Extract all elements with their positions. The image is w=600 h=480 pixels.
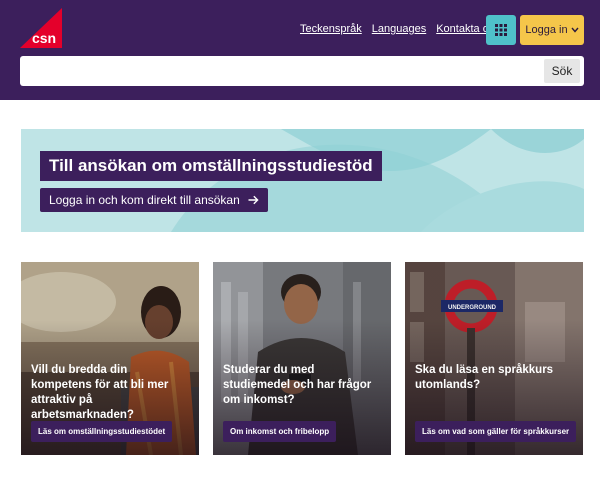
search-button[interactable]: Sök bbox=[544, 59, 580, 83]
arrow-right-icon bbox=[248, 195, 259, 205]
site-header: csn Teckenspråk Languages Kontakta oss L… bbox=[0, 0, 600, 100]
hero-cta-label: Logga in och kom direkt till ansökan bbox=[49, 193, 240, 207]
card-button-omstallning[interactable]: Läs om omställningsstudiestödet bbox=[31, 421, 173, 442]
login-label: Logga in bbox=[525, 24, 568, 36]
csn-logo[interactable]: csn bbox=[20, 8, 62, 48]
logo-text: csn bbox=[32, 30, 56, 46]
nav-link-languages[interactable]: Languages bbox=[372, 23, 426, 35]
chevron-down-icon bbox=[571, 27, 579, 33]
csn-logo-mark: csn bbox=[20, 8, 62, 48]
apps-menu-button[interactable] bbox=[486, 15, 516, 45]
nav-link-teckensprak[interactable]: Teckenspråk bbox=[300, 23, 362, 35]
card-heading: Studerar du med studiemedel och har fråg… bbox=[223, 364, 372, 406]
hero-title: Till ansökan om omställningsstudiestöd bbox=[40, 151, 382, 181]
hero-banner: Till ansökan om omställningsstudiestöd L… bbox=[21, 129, 584, 232]
grid-icon bbox=[495, 24, 507, 36]
hero-login-link[interactable]: Logga in och kom direkt till ansökan bbox=[40, 188, 268, 212]
search-bar: Sök bbox=[20, 56, 584, 86]
card-heading: Vill du bredda din kompetens för att bli… bbox=[31, 364, 169, 421]
login-button[interactable]: Logga in bbox=[520, 15, 584, 45]
card-button-sprakkurs[interactable]: Läs om vad som gäller för språkkurser bbox=[415, 421, 577, 442]
card-heading: Ska du läsa en språkkurs utomlands? bbox=[415, 364, 554, 391]
card-button-inkomst[interactable]: Om inkomst och fribelopp bbox=[223, 421, 337, 442]
search-input[interactable] bbox=[20, 56, 540, 86]
top-navigation: Teckenspråk Languages Kontakta oss bbox=[300, 18, 500, 40]
